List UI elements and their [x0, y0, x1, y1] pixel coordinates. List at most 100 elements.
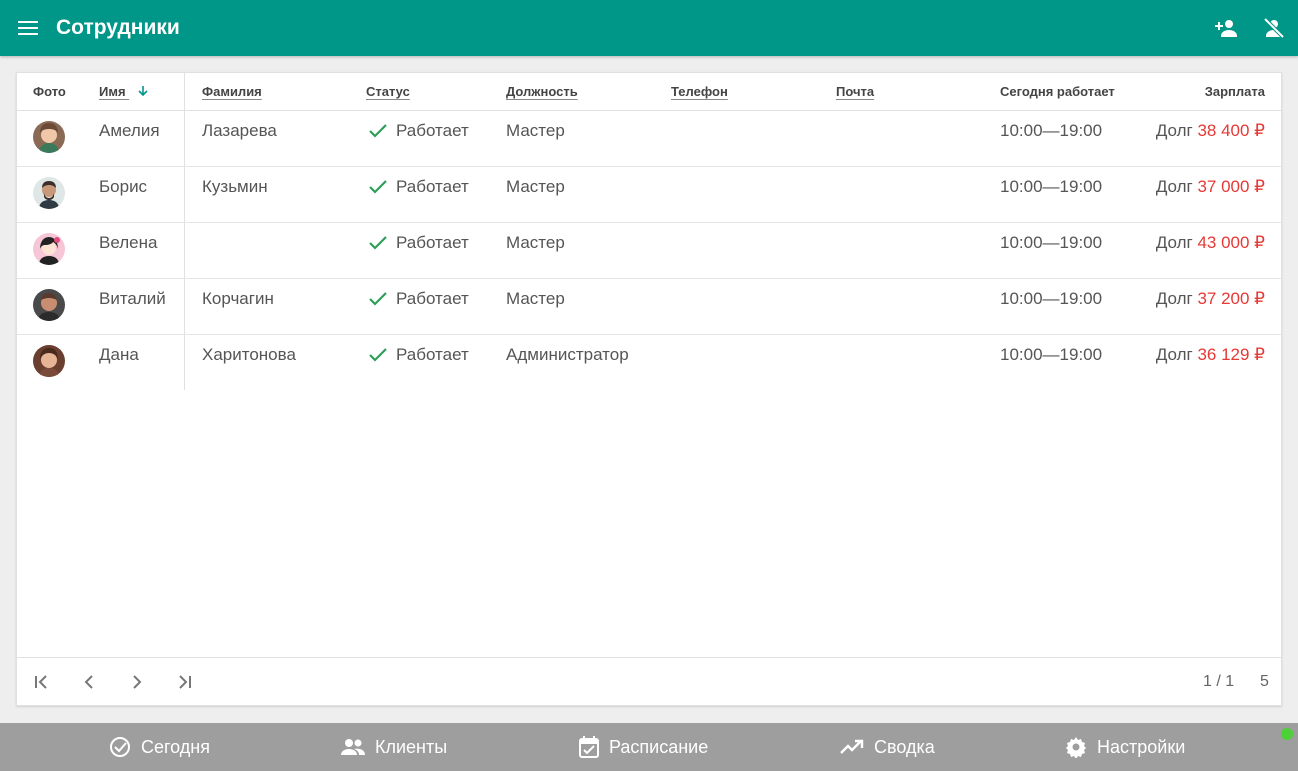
last-page-button[interactable]	[161, 658, 209, 706]
prev-page-icon	[84, 675, 93, 689]
cell-position: Мастер	[506, 121, 565, 140]
nav-settings[interactable]: Настройки	[1065, 723, 1185, 771]
page-title: Сотрудники	[56, 16, 180, 39]
menu-icon	[18, 21, 38, 35]
column-header-status[interactable]: Статус	[366, 73, 410, 111]
people-icon	[341, 739, 365, 755]
column-header-email[interactable]: Почта	[836, 73, 874, 111]
sort-arrow-down-icon	[137, 74, 149, 112]
person-add-icon	[1215, 20, 1237, 37]
avatar	[33, 177, 65, 209]
avatar	[33, 121, 65, 153]
table-row[interactable]: Дана Харитонова Работает Администратор 1…	[17, 335, 1281, 391]
column-header-first-name[interactable]: Имя	[99, 73, 149, 111]
check-icon	[369, 180, 387, 194]
status-label: Работает	[396, 345, 469, 364]
debt-label: Долг	[1155, 345, 1193, 364]
table-header: Фото Имя Фамилия Статус Должность Телефо…	[17, 73, 1281, 111]
next-page-icon	[133, 675, 142, 689]
status-label: Работает	[396, 233, 469, 252]
nav-clients-label: Клиенты	[375, 736, 448, 757]
column-header-last-name[interactable]: Фамилия	[202, 73, 262, 111]
cell-status: Работает	[368, 335, 469, 375]
nav-today-label: Сегодня	[141, 736, 210, 757]
cell-first-name: Велена	[99, 233, 158, 252]
column-header-phone[interactable]: Телефон	[671, 73, 728, 111]
status-label: Работает	[396, 121, 469, 140]
menu-button[interactable]	[0, 0, 56, 56]
cell-salary: Долг 38 400 ₽	[1156, 111, 1265, 151]
table-row[interactable]: Виталий Корчагин Работает Мастер 10:00—1…	[17, 279, 1281, 335]
cell-last-name: Корчагин	[202, 289, 274, 308]
avatar	[33, 345, 65, 377]
connection-status-indicator	[1281, 728, 1293, 740]
debt-amount: 36 129 ₽	[1197, 345, 1265, 364]
cell-today: 10:00—19:00	[1000, 177, 1103, 196]
check-icon	[369, 124, 387, 138]
last-page-icon	[179, 675, 191, 689]
cell-today: 10:00—19:00	[1000, 345, 1103, 364]
trending-up-icon	[840, 739, 864, 754]
first-page-button[interactable]	[17, 658, 65, 706]
cell-position: Мастер	[506, 177, 565, 196]
cell-salary: Долг 37 000 ₽	[1156, 167, 1265, 207]
table-row[interactable]: Велена Работает Мастер 10:00—19:00 Долг …	[17, 223, 1281, 279]
cell-status: Работает	[368, 279, 469, 319]
debt-amount: 38 400 ₽	[1197, 121, 1265, 140]
cell-status: Работает	[368, 111, 469, 151]
cell-position: Мастер	[506, 233, 565, 252]
cell-status: Работает	[368, 223, 469, 263]
cell-today: 10:00—19:00	[1000, 289, 1103, 308]
nav-settings-label: Настройки	[1097, 736, 1186, 757]
next-page-button[interactable]	[113, 658, 161, 706]
debt-label: Долг	[1155, 177, 1193, 196]
total-count: 5	[1260, 673, 1269, 690]
calendar-check-icon	[579, 736, 599, 758]
status-label: Работает	[396, 177, 469, 196]
cell-today: 10:00—19:00	[1000, 121, 1103, 140]
column-header-first-name-label: Имя	[99, 84, 126, 99]
person-off-icon	[1263, 17, 1285, 39]
column-header-photo: Фото	[33, 84, 66, 99]
cell-first-name: Виталий	[99, 289, 166, 308]
gear-icon	[1066, 737, 1086, 758]
column-header-salary: Зарплата	[1204, 84, 1265, 99]
cell-last-name: Кузьмин	[202, 177, 268, 196]
cell-last-name: Лазарева	[202, 121, 277, 140]
nav-today[interactable]: Сегодня	[109, 723, 210, 771]
employees-table-card: Фото Имя Фамилия Статус Должность Телефо…	[16, 72, 1282, 706]
table-row[interactable]: Амелия Лазарева Работает Мастер 10:00—19…	[17, 111, 1281, 167]
check-circle-icon	[110, 737, 130, 757]
nav-summary[interactable]: Сводка	[840, 723, 935, 771]
prev-page-button[interactable]	[65, 658, 113, 706]
cell-last-name: Харитонова	[202, 345, 296, 364]
avatar	[33, 289, 65, 321]
nav-schedule[interactable]: Расписание	[579, 723, 708, 771]
cell-salary: Долг 36 129 ₽	[1156, 335, 1265, 375]
page-indicator: 1 / 1	[1203, 673, 1235, 690]
cell-first-name: Борис	[99, 177, 148, 196]
cell-position: Мастер	[506, 289, 565, 308]
cell-status: Работает	[368, 167, 469, 207]
check-icon	[369, 236, 387, 250]
hide-fired-button[interactable]	[1250, 0, 1298, 56]
cell-first-name: Амелия	[99, 121, 160, 140]
status-label: Работает	[396, 289, 469, 308]
pagination-bar: 1 / 1 5	[17, 657, 1281, 705]
add-employee-button[interactable]	[1202, 0, 1250, 56]
check-icon	[369, 348, 387, 362]
column-header-position[interactable]: Должность	[506, 73, 578, 111]
check-icon	[369, 292, 387, 306]
table-row[interactable]: Борис Кузьмин Работает Мастер 10:00—19:0…	[17, 167, 1281, 223]
nav-summary-label: Сводка	[874, 736, 935, 757]
cell-position: Администратор	[506, 345, 629, 364]
cell-first-name: Дана	[99, 345, 139, 364]
cell-salary: Долг 43 000 ₽	[1156, 223, 1265, 263]
cell-salary: Долг 37 200 ₽	[1156, 279, 1265, 319]
app-bar: Сотрудники	[0, 0, 1298, 56]
nav-clients[interactable]: Клиенты	[341, 723, 447, 771]
debt-label: Долг	[1155, 233, 1193, 252]
first-page-icon	[35, 675, 47, 689]
avatar	[33, 233, 65, 265]
nav-schedule-label: Расписание	[609, 736, 709, 757]
